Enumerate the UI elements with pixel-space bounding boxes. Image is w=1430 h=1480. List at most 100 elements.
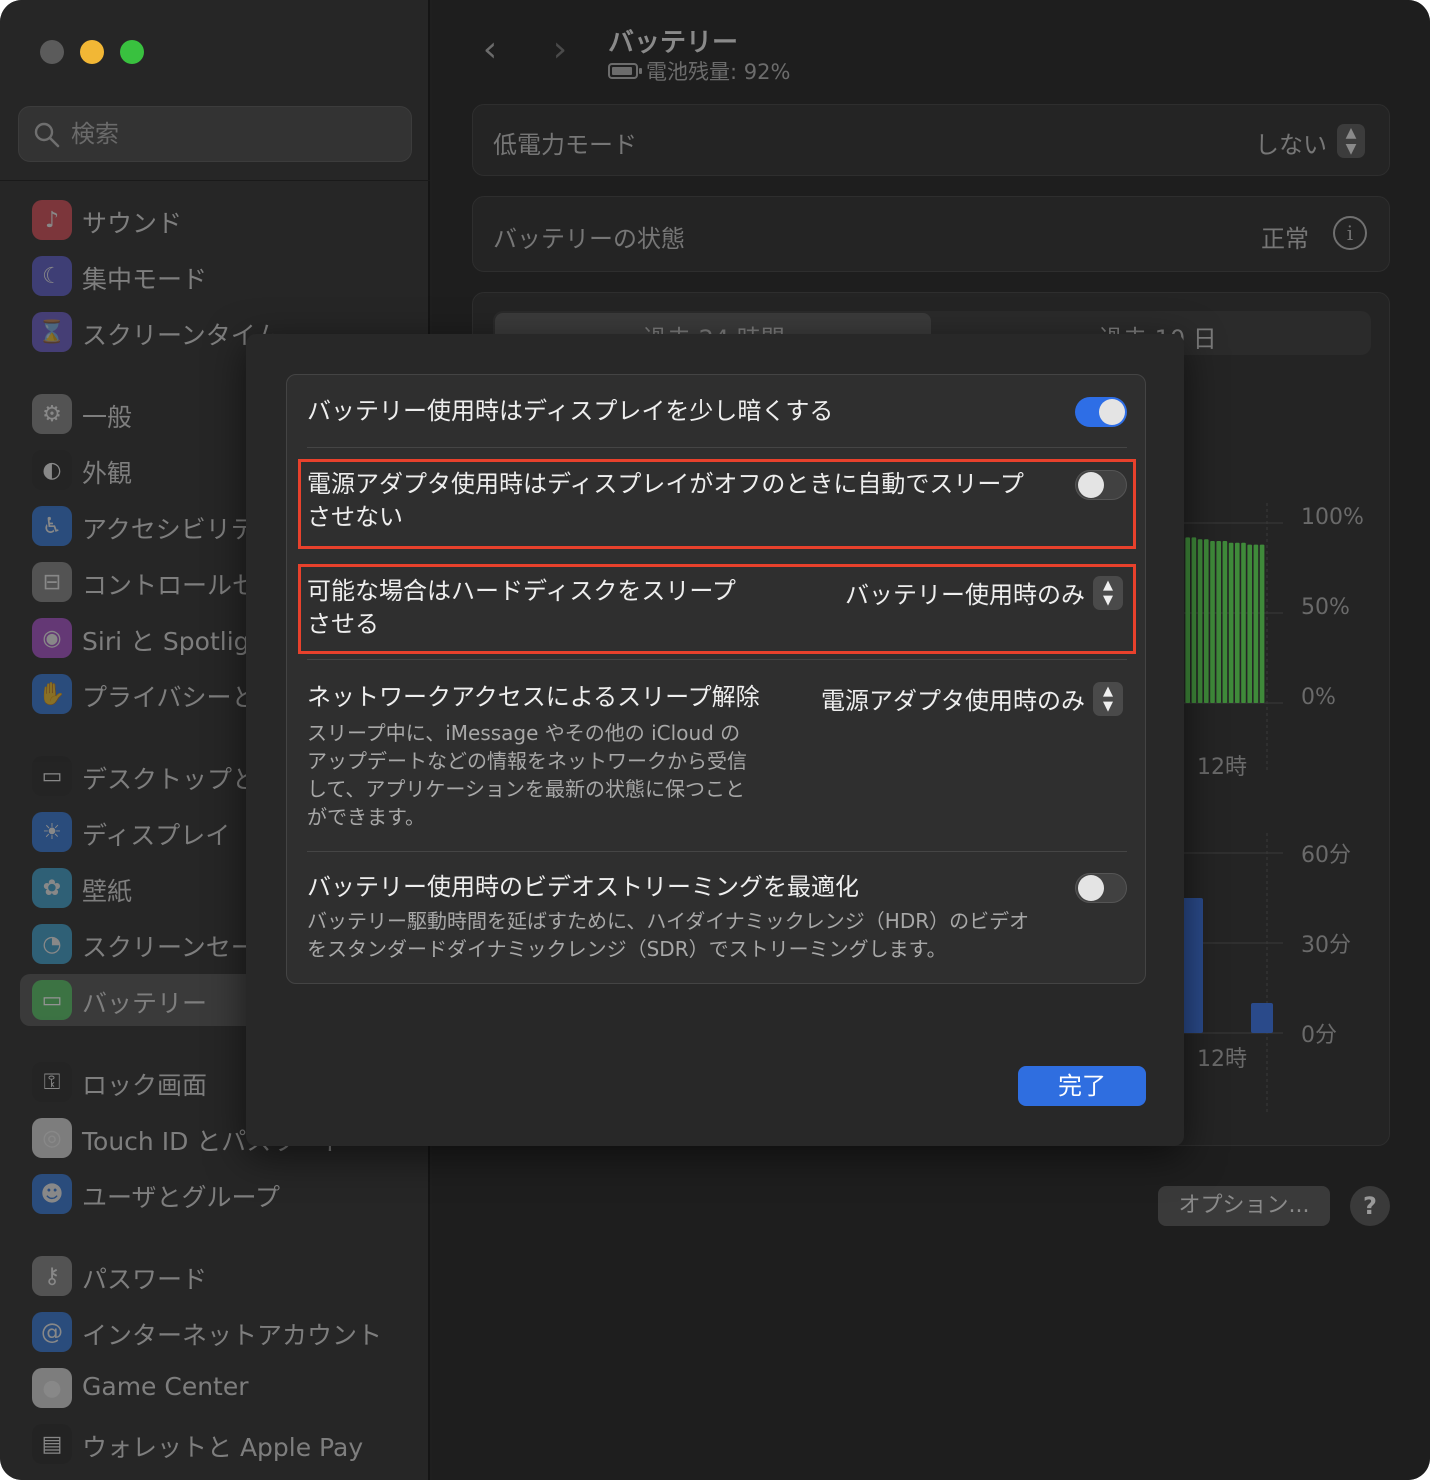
- appearance-icon: ◐: [32, 450, 72, 490]
- close-window-button[interactable]: [40, 40, 64, 64]
- back-button[interactable]: ‹: [470, 30, 510, 74]
- level-x-tick: 12時: [1197, 755, 1247, 780]
- video-streaming-toggle[interactable]: [1075, 873, 1127, 903]
- sidebar-item-label: バッテリー: [82, 989, 208, 1018]
- battery-icon: [608, 63, 642, 79]
- settings-window: ♪サウンド☾集中モード⌛スクリーンタイム⚙一般◐外観♿アクセシビリティ⊟コントロ…: [0, 0, 1430, 1480]
- forward-button[interactable]: ›: [540, 30, 580, 74]
- hand-icon: ✋: [32, 674, 72, 714]
- sun-icon: ☀: [32, 812, 72, 852]
- separator: [307, 851, 1127, 852]
- sidebar-item-label: ロック画面: [82, 1071, 208, 1100]
- moon-icon: ☾: [32, 256, 72, 296]
- option-network-wake-title: ネットワークアクセスによるスリープ解除: [307, 683, 760, 711]
- option-video-streaming-description: バッテリー駆動時間を延ばすために、ハイダイナミックレンジ（HDR）のビデオ をス…: [307, 907, 1029, 963]
- sidebar-item-label: ディスプレイ: [82, 821, 231, 850]
- done-button[interactable]: 完了: [1018, 1066, 1146, 1106]
- battery-health-label: バッテリーの状態: [493, 225, 685, 253]
- battery-health-value: 正常: [1261, 225, 1309, 253]
- option-video-streaming-title: バッテリー使用時のビデオストリーミングを最適化: [307, 873, 859, 901]
- battery-level-bar: [1210, 541, 1215, 703]
- dim-display-toggle[interactable]: [1075, 397, 1127, 427]
- usage-axis-30: 30分: [1301, 933, 1351, 958]
- description-line: ができます。: [307, 805, 425, 829]
- key-icon: ⚷: [32, 1256, 72, 1296]
- gear-icon: ⚙: [32, 394, 72, 434]
- battery-level-bar: [1228, 542, 1234, 703]
- sidebar-item-label: 外観: [82, 459, 133, 488]
- sidebar-item[interactable]: ☾ 集中モード: [20, 250, 410, 302]
- battery-level-bar: [1185, 537, 1190, 703]
- low-power-label: 低電力モード: [493, 131, 637, 159]
- battery-health-row: バッテリーの状態 正常 i: [472, 196, 1390, 272]
- battery-level-bar: [1204, 539, 1209, 703]
- description-line: スリープ中に、iMessage やその他の iCloud の: [307, 721, 741, 745]
- battery-level-bar: [1253, 544, 1259, 703]
- options-sheet: バッテリー使用時はディスプレイを少し暗くする 電源アダプタ使用時はディスプレイが…: [246, 334, 1184, 1146]
- help-button[interactable]: ?: [1350, 1186, 1390, 1226]
- battery-level-bar: [1241, 542, 1246, 703]
- info-icon[interactable]: i: [1333, 216, 1367, 250]
- usage-axis-0: 0分: [1301, 1023, 1337, 1048]
- network-wake-popup[interactable]: 電源アダプタ使用時のみ ▲ ▼: [821, 681, 1123, 716]
- usage-x-tick: 12時: [1197, 1047, 1247, 1072]
- speaker-icon: ♪: [32, 200, 72, 240]
- search-input[interactable]: [71, 117, 391, 151]
- sidebar-item-label: Game Center: [82, 1372, 249, 1401]
- description-line: して、アプリケーションを最新の状態に保つこと: [307, 777, 745, 801]
- battery-level-bar: [1247, 544, 1252, 703]
- sidebar-divider: [0, 180, 430, 181]
- sidebar-item[interactable]: ● Game Center: [20, 1362, 410, 1414]
- zoom-window-button[interactable]: [120, 40, 144, 64]
- at-icon: @: [32, 1312, 72, 1352]
- sidebar-item-label: ウォレットと Apple Pay: [82, 1433, 364, 1462]
- battery-icon: ▭: [32, 980, 72, 1020]
- level-axis-50: 50%: [1301, 595, 1350, 620]
- search-field[interactable]: [18, 106, 412, 162]
- sidebar-item[interactable]: ☻ ユーザとグループ: [20, 1168, 410, 1220]
- battery-level-bar: [1222, 541, 1228, 703]
- battery-level-bar: [1235, 542, 1240, 703]
- description-line: バッテリー駆動時間を延ばすために、ハイダイナミックレンジ（HDR）のビデオ: [307, 909, 1030, 933]
- option-network-wake-description: スリープ中に、iMessage やその他の iCloud の アップデートなどの…: [307, 719, 747, 831]
- sidebar-item[interactable]: ♪ サウンド: [20, 194, 410, 246]
- up-down-arrows-icon: ▲ ▼: [1093, 681, 1123, 716]
- sidebar-item-label: ユーザとグループ: [82, 1183, 281, 1212]
- separator: [307, 659, 1127, 660]
- highlight-box-disk-sleep: [298, 564, 1136, 654]
- lock-icon: ⚿: [32, 1062, 72, 1102]
- fingerprint-icon: ◎: [32, 1118, 72, 1158]
- highlight-box-prevent-sleep: [298, 459, 1136, 549]
- search-icon: [34, 122, 60, 148]
- options-button[interactable]: オプション...: [1158, 1186, 1330, 1226]
- description-line: をスタンダードダイナミックレンジ（SDR）でストリーミングします。: [307, 937, 947, 961]
- sidebar-item-label: インターネットアカウント: [82, 1321, 383, 1350]
- option-dim-display-title: バッテリー使用時はディスプレイを少し暗くする: [307, 397, 834, 425]
- sidebar-item-label: 壁紙: [82, 877, 133, 906]
- up-down-arrows-icon[interactable]: ▲ ▼: [1337, 124, 1365, 158]
- battery-level-bar: [1259, 544, 1265, 703]
- low-power-value[interactable]: しない: [1255, 125, 1327, 160]
- sidebar-item[interactable]: ▤ ウォレットと Apple Pay: [20, 1418, 410, 1470]
- screensaver-icon: ◔: [32, 924, 72, 964]
- screen-usage-bar: [1181, 898, 1203, 1033]
- description-line: アップデートなどの情報をネットワークから受信: [307, 749, 747, 773]
- battery-status: 電池残量: 92%: [608, 56, 790, 86]
- level-axis-100: 100%: [1301, 505, 1364, 530]
- flower-icon: ✿: [32, 868, 72, 908]
- sidebar-item[interactable]: @ インターネットアカウント: [20, 1306, 410, 1358]
- sidebar-item[interactable]: ⚷ パスワード: [20, 1250, 410, 1302]
- level-axis-0: 0%: [1301, 685, 1336, 710]
- battery-status-text: 電池残量: 92%: [646, 60, 791, 84]
- screen-usage-bar: [1251, 1003, 1273, 1033]
- sidebar-item-label: 一般: [82, 403, 133, 432]
- network-wake-value: 電源アダプタ使用時のみ: [821, 687, 1085, 715]
- game-center-icon: ●: [32, 1368, 72, 1408]
- sidebar-item-label: パスワード: [82, 1265, 208, 1294]
- toggle-knob: [1078, 875, 1104, 901]
- wallet-icon: ▤: [32, 1424, 72, 1464]
- sidebar-item-label: 集中モード: [82, 265, 208, 294]
- battery-level-bar: [1197, 539, 1203, 703]
- minimize-window-button[interactable]: [80, 40, 104, 64]
- toggle-knob: [1099, 399, 1125, 425]
